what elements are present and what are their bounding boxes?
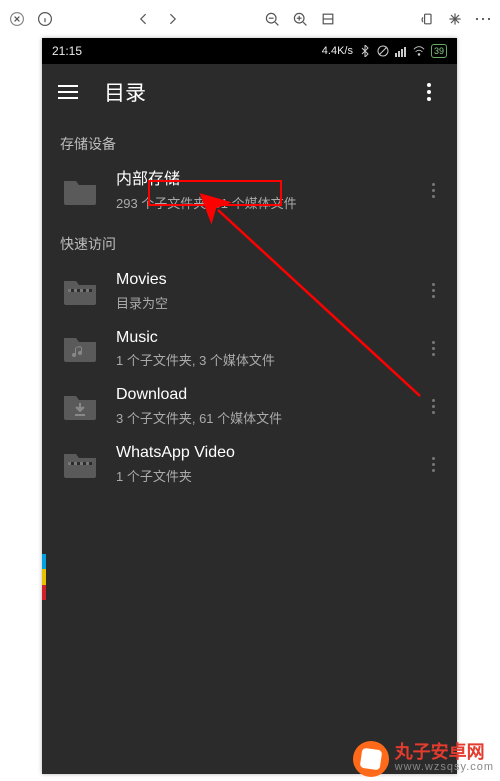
nav-back-icon[interactable]	[133, 8, 155, 30]
music-folder-icon	[60, 331, 100, 365]
editor-toolbar: ⋯	[0, 0, 500, 38]
close-icon[interactable]	[6, 8, 28, 30]
overflow-menu-icon[interactable]	[417, 83, 441, 101]
content-area: 存储设备 内部存储 293 个子文件夹, 51 个媒体文件 快速访问 Movie…	[42, 120, 457, 493]
section-quick-access: 快速访问	[42, 220, 457, 262]
row-overflow-icon[interactable]	[417, 451, 449, 478]
dnd-icon	[377, 45, 389, 57]
row-movies[interactable]: Movies 目录为空	[42, 262, 457, 320]
folder-icon	[60, 174, 100, 208]
net-speed: 4.4K/s	[322, 45, 353, 57]
info-icon[interactable]	[34, 8, 56, 30]
row-title: WhatsApp Video	[116, 443, 417, 464]
row-subtitle: 1 个子文件夹	[116, 466, 417, 485]
phone-screen: 21:15 4.4K/s 39 目录 存储设备 内部存储 293 个子文件夹, …	[42, 38, 457, 774]
row-music[interactable]: Music 1 个子文件夹, 3 个媒体文件	[42, 320, 457, 378]
row-subtitle: 3 个子文件夹, 61 个媒体文件	[116, 408, 417, 427]
nav-forward-icon[interactable]	[161, 8, 183, 30]
watermark: 丸子安卓网 www.wzsqsy.com	[353, 741, 494, 777]
movies-folder-icon	[60, 447, 100, 481]
signal-icon	[395, 45, 407, 57]
row-subtitle: 293 个子文件夹, 51 个媒体文件	[116, 193, 417, 212]
zoom-out-icon[interactable]	[261, 8, 283, 30]
row-subtitle: 目录为空	[116, 293, 417, 312]
row-overflow-icon[interactable]	[417, 177, 449, 204]
row-overflow-icon[interactable]	[417, 277, 449, 304]
row-internal-storage[interactable]: 内部存储 293 个子文件夹, 51 个媒体文件	[42, 162, 457, 220]
row-overflow-icon[interactable]	[417, 393, 449, 420]
row-title: Download	[116, 385, 417, 406]
app-header: 目录	[42, 64, 457, 120]
zoom-in-icon[interactable]	[289, 8, 311, 30]
row-title: Movies	[116, 270, 417, 291]
fit-icon[interactable]	[317, 8, 339, 30]
sparkle-icon[interactable]	[444, 8, 466, 30]
rotate-icon[interactable]	[416, 8, 438, 30]
page-title: 目录	[104, 77, 146, 107]
row-title: 内部存储	[116, 170, 417, 191]
watermark-logo-icon	[353, 741, 389, 777]
movies-folder-icon	[60, 274, 100, 308]
row-download[interactable]: Download 3 个子文件夹, 61 个媒体文件	[42, 377, 457, 435]
status-bar: 21:15 4.4K/s 39	[42, 38, 457, 64]
watermark-title: 丸子安卓网	[395, 743, 494, 761]
battery-indicator: 39	[431, 44, 447, 58]
watermark-url: www.wzsqsy.com	[395, 761, 494, 774]
bluetooth-icon	[359, 45, 371, 57]
row-whatsapp-video[interactable]: WhatsApp Video 1 个子文件夹	[42, 435, 457, 493]
more-icon[interactable]: ⋯	[472, 8, 494, 30]
wifi-icon	[413, 45, 425, 57]
edge-color-strip	[42, 554, 46, 600]
section-storage-devices: 存储设备	[42, 120, 457, 162]
row-subtitle: 1 个子文件夹, 3 个媒体文件	[116, 350, 417, 369]
menu-icon[interactable]	[58, 81, 80, 103]
clock: 21:15	[52, 44, 82, 58]
row-overflow-icon[interactable]	[417, 335, 449, 362]
download-folder-icon	[60, 389, 100, 423]
row-title: Music	[116, 328, 417, 349]
